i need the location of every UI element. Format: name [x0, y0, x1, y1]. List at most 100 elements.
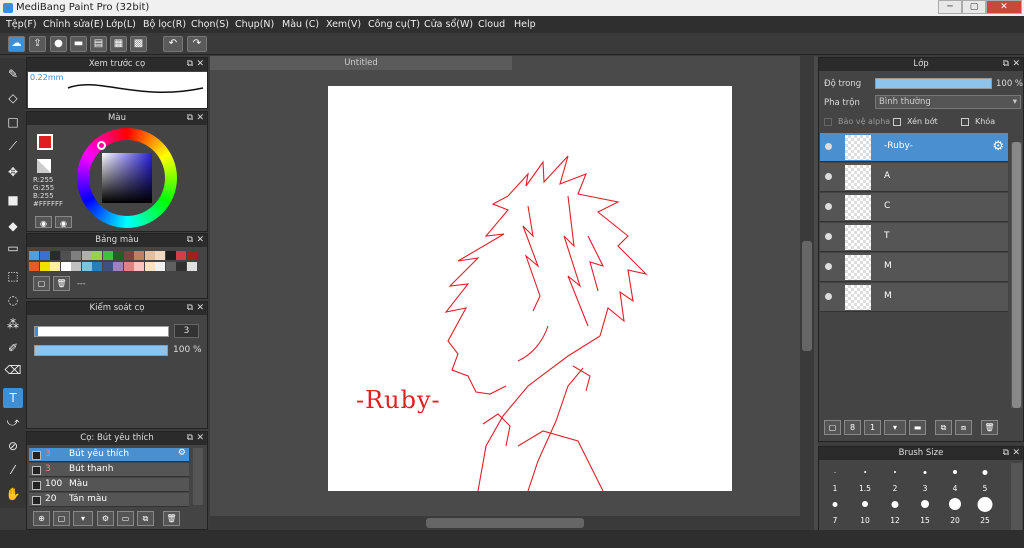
brush-list-scrollbar[interactable] — [193, 448, 203, 505]
palette-swatch[interactable] — [102, 262, 113, 271]
menu-file[interactable]: Tệp(F) — [6, 19, 37, 30]
hue-picker-handle[interactable] — [97, 141, 106, 150]
merge-layer-icon[interactable]: ⧈ — [955, 420, 972, 435]
close-icon[interactable]: ✕ — [1012, 447, 1020, 460]
palette-swatch[interactable] — [92, 262, 102, 271]
folder-icon[interactable]: ▭ — [117, 511, 134, 526]
palette-swatch[interactable] — [71, 251, 81, 260]
brush-size-option[interactable]: 2 — [880, 463, 910, 493]
close-icon[interactable]: ✕ — [196, 234, 204, 247]
duplicate-icon[interactable]: ⧉ — [137, 511, 154, 526]
lasso-tool-icon[interactable]: ◌ — [3, 290, 23, 310]
trash-icon[interactable]: 🗑 — [981, 420, 998, 435]
brush-menu-icon[interactable]: ▾ — [73, 511, 93, 526]
eyedropper-tool-icon[interactable]: ⊘ — [3, 436, 23, 456]
new-brush-icon[interactable]: ▢ — [53, 511, 70, 526]
horizontal-scrollbar[interactable] — [210, 516, 814, 530]
brush-size-option[interactable]: 4 — [940, 463, 970, 493]
minimize-button[interactable]: ─ — [938, 0, 962, 14]
palette-swatch[interactable] — [113, 251, 123, 260]
color-mode-button-2[interactable]: ◉ — [55, 216, 72, 228]
hand-tool-icon[interactable]: ✋ — [3, 484, 23, 504]
layer-folder-icon[interactable]: ▬ — [909, 420, 926, 435]
layer-opacity-slider[interactable] — [875, 78, 992, 89]
hue-wheel[interactable] — [77, 128, 177, 228]
palette-swatch[interactable] — [165, 251, 176, 260]
eye-icon[interactable] — [825, 293, 832, 300]
palette-swatch[interactable] — [155, 262, 165, 271]
palette-swatch[interactable] — [50, 262, 60, 271]
palette-swatch[interactable] — [60, 262, 71, 271]
gear-icon[interactable]: ⚙ — [992, 139, 1004, 154]
primary-color-swatch[interactable] — [37, 134, 53, 150]
brush-list-item[interactable]: 20 Tán màu — [29, 493, 189, 507]
close-icon[interactable]: ✕ — [196, 302, 204, 315]
palette-swatch[interactable] — [176, 262, 186, 271]
brush-opacity-slider[interactable] — [34, 345, 168, 356]
menu-color[interactable]: Màu (C) — [282, 19, 319, 30]
popout-icon[interactable]: ⧉ — [187, 234, 193, 247]
document-tab[interactable]: Untitled — [210, 56, 512, 70]
brush-properties-icon[interactable]: ⚙ — [97, 511, 114, 526]
brush-size-scrollbar[interactable] — [1011, 463, 1022, 531]
move-tool-icon[interactable]: ✥ — [3, 162, 23, 182]
palette-swatch[interactable] — [60, 251, 71, 260]
horizontal-scroll-thumb[interactable] — [426, 518, 584, 528]
close-icon[interactable]: ✕ — [1012, 58, 1020, 71]
brush-size-option[interactable]: 1.5 — [850, 463, 880, 493]
add-layer-menu-icon[interactable]: ▾ — [884, 420, 906, 435]
select-rect-tool-icon[interactable]: ⬚ — [3, 266, 23, 286]
grid-icon[interactable]: ▩ — [130, 36, 147, 52]
trash-icon[interactable]: 🗑 — [163, 511, 180, 526]
menu-window[interactable]: Cửa sổ(W) — [424, 19, 473, 30]
palette-swatch[interactable] — [144, 251, 155, 260]
gradient-tool-icon[interactable]: ▭ — [3, 238, 23, 258]
menu-view[interactable]: Xem(V) — [326, 19, 361, 30]
layer-scrollbar[interactable] — [1011, 142, 1022, 408]
popout-icon[interactable]: ⧉ — [187, 432, 193, 445]
palette-swatch[interactable] — [123, 251, 134, 260]
drawing-canvas[interactable]: -Ruby- — [328, 86, 732, 491]
brush-list-item[interactable]: 3 Bút thanh — [29, 463, 189, 477]
palette-swatch[interactable] — [39, 262, 50, 271]
menu-edit[interactable]: Chỉnh sửa(E) — [43, 19, 104, 30]
eye-icon[interactable] — [825, 203, 832, 210]
document-icon[interactable]: ▤ — [90, 36, 107, 52]
transparent-color-swatch[interactable] — [37, 159, 51, 173]
text-tool-icon[interactable]: T — [3, 388, 23, 408]
fill-rect-tool-icon[interactable]: ■ — [3, 190, 23, 210]
popout-icon[interactable]: ⧉ — [187, 112, 193, 125]
layer-scroll-thumb[interactable] — [1012, 142, 1021, 408]
eye-icon[interactable] — [825, 263, 832, 270]
protect-alpha-checkbox[interactable] — [824, 118, 832, 126]
brush-size-value[interactable]: 3 — [174, 324, 199, 338]
palette-swatch[interactable] — [92, 251, 102, 260]
palette-swatch[interactable] — [29, 251, 39, 260]
select-eraser-tool-icon[interactable]: ⌫ — [3, 360, 23, 380]
brush-tool-icon[interactable]: ✎ — [3, 64, 23, 84]
popout-icon[interactable]: ⧉ — [1003, 447, 1009, 460]
menu-filter[interactable]: Bộ lọc(R) — [143, 19, 186, 30]
vertical-scroll-thumb[interactable] — [802, 241, 812, 351]
palette-swatch[interactable] — [134, 262, 144, 271]
add-brush-icon[interactable]: ⊕ — [33, 511, 50, 526]
operation-tool-icon[interactable]: ⤻ — [3, 412, 23, 432]
brush-size-option[interactable]: 25 — [970, 495, 1000, 525]
brush-size-option[interactable]: 5 — [970, 463, 1000, 493]
comment-icon[interactable]: ● — [50, 36, 67, 52]
layer-row[interactable]: -Ruby- ⚙ — [820, 133, 1008, 162]
image-list-icon[interactable]: ▦ — [110, 36, 127, 52]
menu-tools[interactable]: Công cụ(T) — [368, 19, 420, 30]
palette-swatch[interactable] — [29, 262, 39, 271]
export-icon[interactable]: ⇪ — [29, 36, 46, 52]
brush-size-option[interactable]: 10 — [850, 495, 880, 525]
gear-icon[interactable]: ⚙ — [178, 448, 186, 458]
palette-swatch[interactable] — [134, 251, 144, 260]
new-palette-icon[interactable]: ▢ — [33, 276, 50, 291]
palette-swatch[interactable] — [123, 262, 134, 271]
bucket-tool-icon[interactable]: ◆ — [3, 216, 23, 236]
palette-swatch[interactable] — [176, 251, 186, 260]
palette-swatch[interactable] — [155, 251, 165, 260]
close-icon[interactable]: ✕ — [196, 112, 204, 125]
brush-visibility-checkbox[interactable] — [32, 496, 41, 505]
